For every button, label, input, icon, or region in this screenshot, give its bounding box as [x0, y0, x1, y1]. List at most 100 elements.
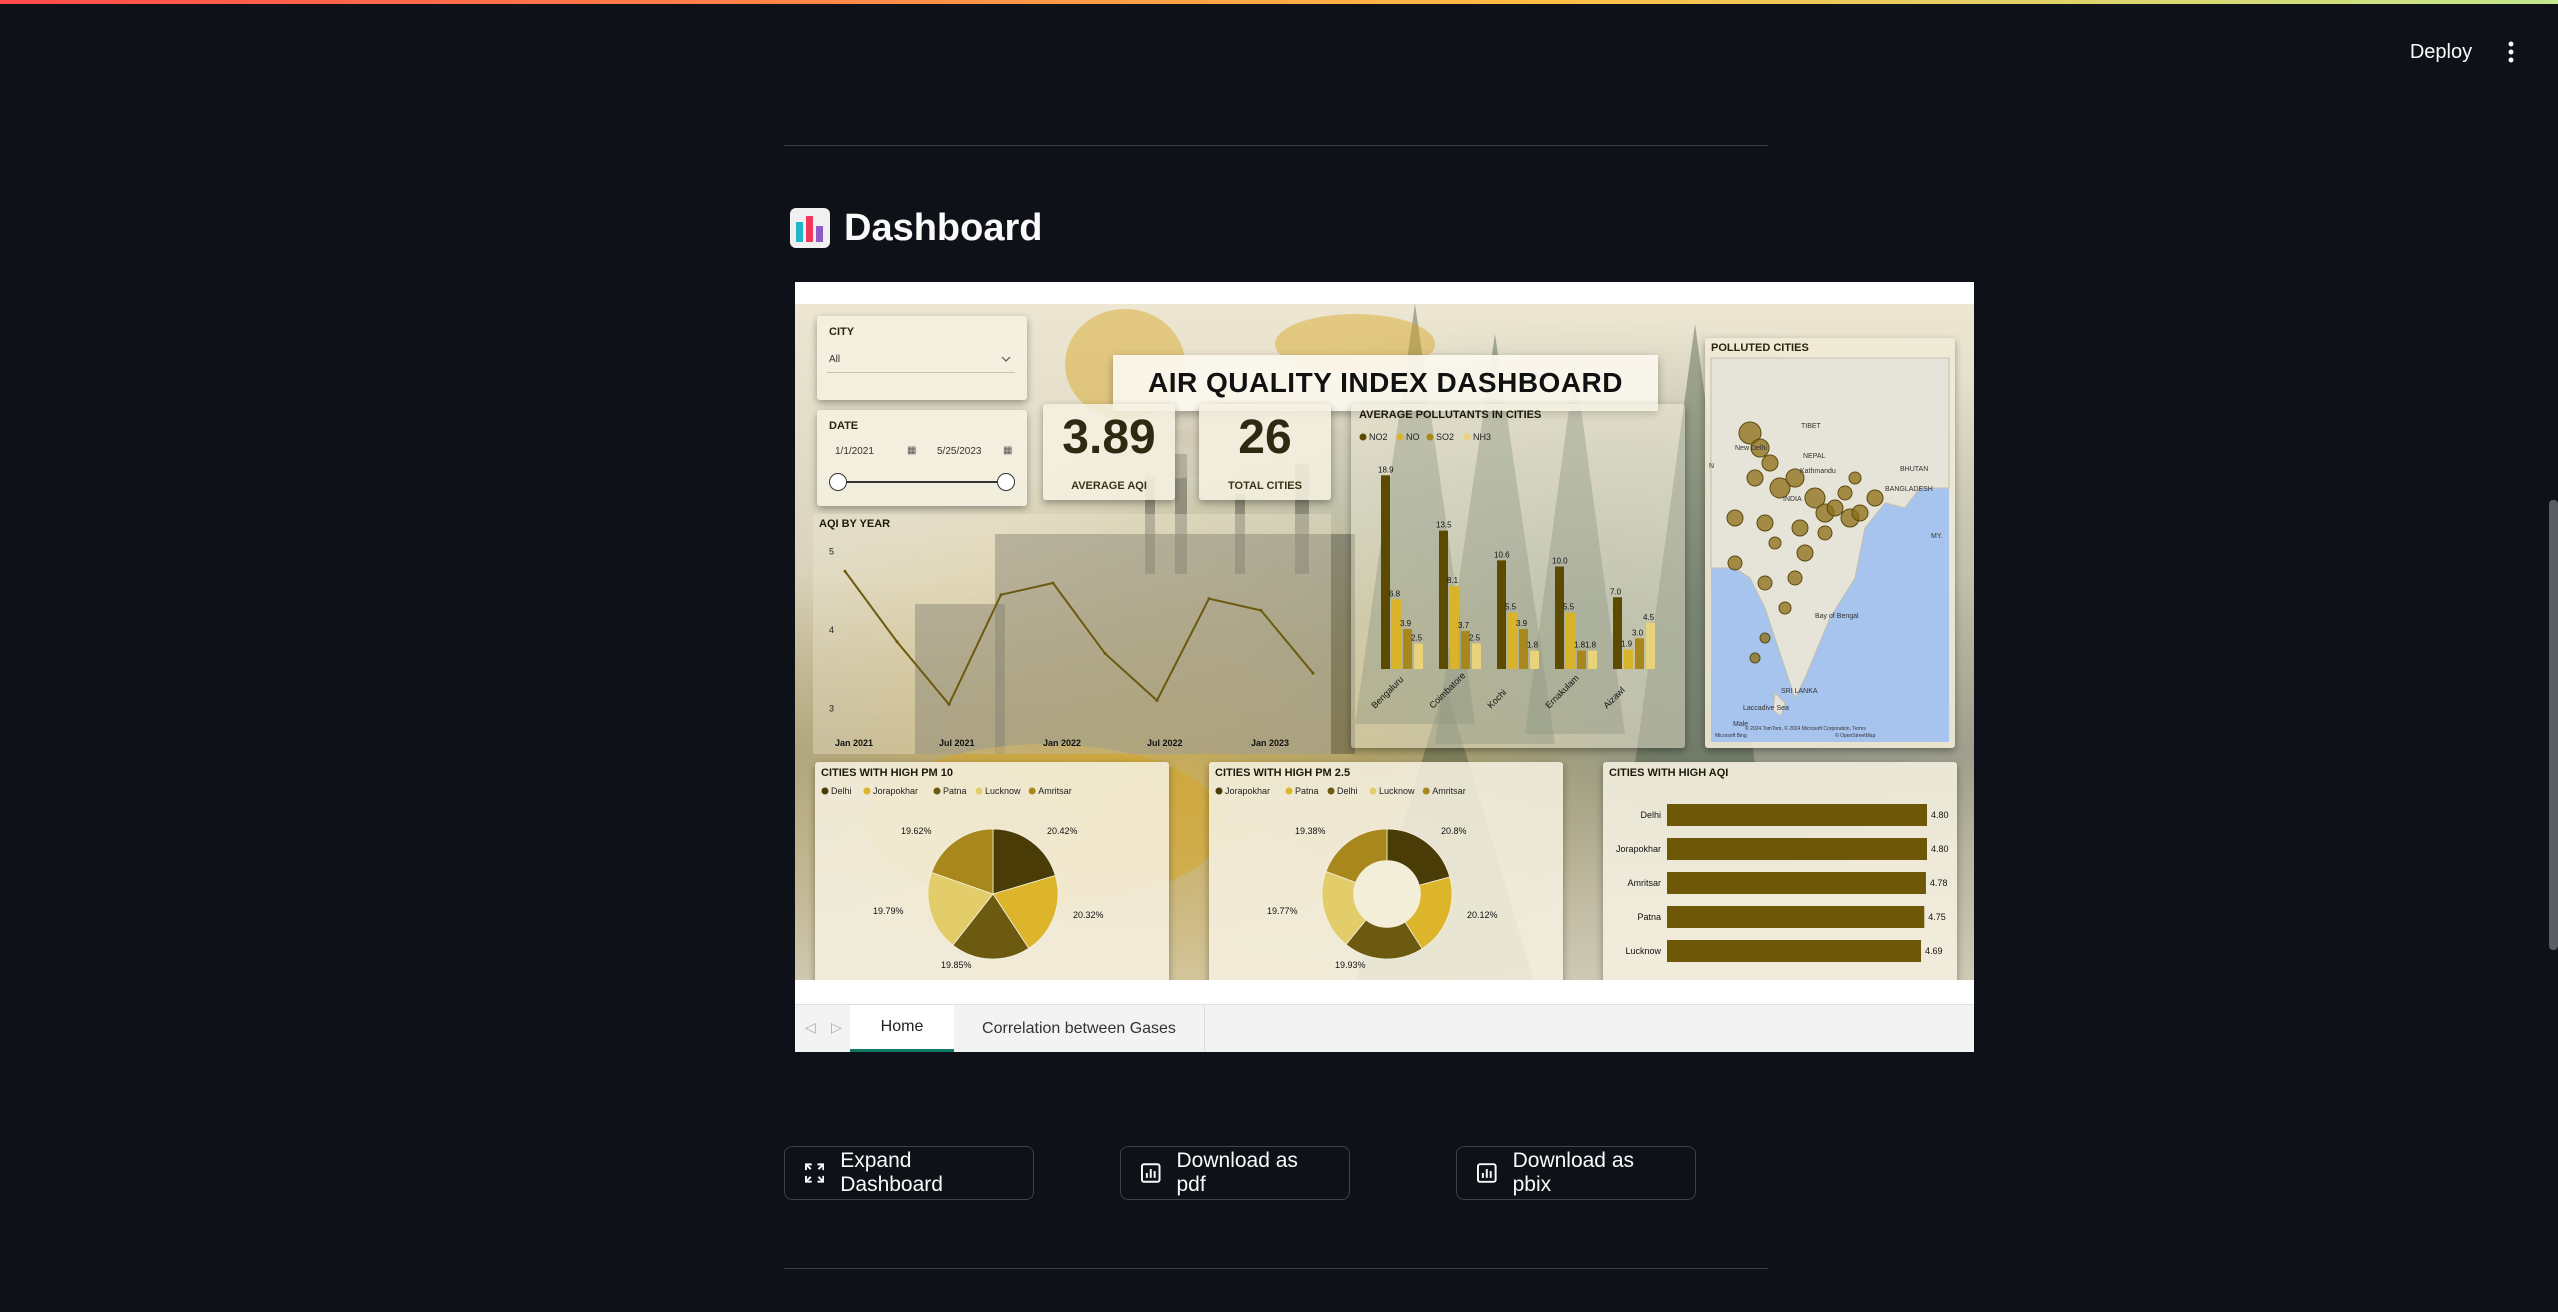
bar: [1381, 475, 1390, 669]
kpi-total-cities: 26 TOTAL CITIES: [1199, 404, 1331, 500]
bar: [1667, 872, 1926, 894]
bar: [1624, 649, 1633, 669]
map-attribution: © OpenStreetMap: [1835, 732, 1876, 739]
data-label: 19.79%: [873, 906, 904, 916]
download-pdf-button[interactable]: Download as pdf: [1120, 1146, 1350, 1200]
polluted-cities-map[interactable]: POLLUTED CITIES New Delhi NEPAL Kathmandu T…: [1705, 338, 1955, 748]
map-place-label: NEPAL: [1803, 453, 1826, 460]
legend-label: SO2: [1436, 432, 1454, 442]
legend-marker: [1426, 433, 1434, 441]
map-place-label: MY.: [1931, 533, 1943, 540]
aqi-by-year-chart: AQI BY YEAR 3 4 5 Jan 2021 Jul 2021 Jan 2022 J…: [813, 514, 1331, 754]
chart-title: CITIES WITH HIGH PM 2.5: [1215, 767, 1350, 779]
data-label: 5.5: [1563, 603, 1575, 612]
chevron-down-icon[interactable]: [1001, 355, 1011, 363]
calendar-icon[interactable]: ▦: [907, 445, 916, 456]
legend-marker: [1463, 433, 1471, 441]
kpi-label: TOTAL CITIES: [1228, 480, 1302, 492]
bar-chart-icon: [1477, 1163, 1497, 1183]
city-slicer[interactable]: CITY All: [817, 316, 1027, 400]
city-bubble: [1761, 454, 1779, 472]
legend-label: Delhi: [831, 786, 852, 796]
date-slicer[interactable]: DATE 1/1/2021 ▦ 5/25/2023 ▦: [817, 410, 1027, 506]
map-place-label: SRI LANKA: [1781, 688, 1818, 695]
city-bubble: [1726, 509, 1744, 527]
data-label: 19.93%: [1335, 960, 1366, 970]
y-tick-label: Delhi: [1640, 810, 1661, 820]
data-point: [1155, 699, 1159, 702]
x-tick-label: Aizawl: [1601, 685, 1626, 710]
top-divider: [784, 145, 1768, 146]
bottom-divider: [784, 1268, 1768, 1269]
x-tick-label: Bengaluru: [1369, 674, 1405, 710]
map-attribution: © 2024 TomTom, © 2024 Microsoft Corporat…: [1745, 725, 1866, 732]
date-end-field[interactable]: 5/25/2023: [937, 446, 982, 457]
city-bubble: [1826, 499, 1844, 517]
city-bubble: [1778, 601, 1792, 615]
main-menu-button[interactable]: [2496, 30, 2526, 74]
date-range-start-handle[interactable]: [829, 473, 847, 491]
pollutants-bar-svg: AVERAGE POLLUTANTS IN CITIES NO2 NO SO2 NH3…: [1359, 409, 1655, 710]
y-tick-label: Amritsar: [1628, 878, 1662, 888]
city-slicer-value[interactable]: All: [829, 354, 840, 365]
tab-next-icon[interactable]: ▷: [831, 1019, 842, 1036]
tab-correlation-between-gases[interactable]: Correlation between Gases: [954, 1005, 1205, 1052]
date-start-field[interactable]: 1/1/2021: [835, 446, 874, 457]
data-point: [999, 593, 1003, 597]
donut-hole: [1353, 860, 1421, 928]
bar-chart-emoji-icon: [790, 208, 830, 248]
legend-label: Delhi: [1337, 786, 1358, 796]
data-label: 13.5: [1436, 521, 1452, 530]
report-title: AIR QUALITY INDEX DASHBOARD: [1113, 355, 1658, 411]
map-svg[interactable]: New Delhi NEPAL Kathmandu TIBET BHUTAN BANGLA…: [1705, 338, 1955, 748]
deploy-button[interactable]: Deploy: [2396, 30, 2486, 74]
kpi-label: AVERAGE AQI: [1071, 480, 1147, 492]
data-point: [895, 640, 899, 644]
tab-prev-icon[interactable]: ◁: [805, 1019, 816, 1036]
data-label: 8.1: [1447, 576, 1459, 585]
data-label: 10.0: [1552, 557, 1568, 566]
kpi-value: 26: [1238, 411, 1292, 464]
dashboard-embed[interactable]: AIR QUALITY INDEX DASHBOARD CITY All DAT…: [795, 282, 1974, 1052]
bing-logo: Microsoft Bing: [1715, 733, 1747, 739]
y-tick-label: Patna: [1637, 912, 1661, 922]
bar: [1667, 906, 1925, 928]
avg-pollutants-chart: AVERAGE POLLUTANTS IN CITIES NO2 NO SO2 NH3…: [1351, 404, 1685, 748]
calendar-icon[interactable]: ▦: [1003, 445, 1012, 456]
slicer-underline: [827, 372, 1015, 373]
city-slicer-label: CITY: [829, 326, 855, 338]
city-bubble: [1759, 632, 1771, 644]
bar: [1555, 566, 1564, 669]
bar: [1497, 560, 1506, 669]
page-scrollbar[interactable]: [2549, 500, 2558, 950]
data-label: 1.9: [1621, 640, 1633, 649]
legend-marker: [821, 787, 829, 795]
date-range-end-handle[interactable]: [997, 473, 1015, 491]
legend-marker: [1369, 787, 1377, 795]
map-place-label: INDIA: [1783, 496, 1802, 503]
x-tick-label: Jul 2022: [1147, 738, 1183, 748]
button-label: Expand Dashboard: [840, 1149, 943, 1196]
legend-marker: [1359, 433, 1367, 441]
city-bubble: [1757, 575, 1773, 591]
data-label: 6.8: [1389, 589, 1401, 598]
data-label: 5.5: [1505, 603, 1517, 612]
map-place-label: Kathmandu: [1800, 468, 1836, 475]
data-label: 19.85%: [941, 960, 972, 970]
expand-dashboard-button[interactable]: Expand Dashboard: [784, 1146, 1034, 1200]
download-pbix-button[interactable]: Download as pbix: [1456, 1146, 1696, 1200]
data-point: [843, 569, 847, 573]
data-label: 7.0: [1610, 587, 1622, 596]
data-label: 19.38%: [1295, 826, 1326, 836]
city-bubble: [1866, 489, 1884, 507]
legend-label: Patna: [1295, 786, 1319, 796]
data-label: 19.77%: [1267, 906, 1298, 916]
date-slicer-label: DATE: [829, 420, 859, 432]
chart-title: AQI BY YEAR: [819, 518, 890, 530]
data-label: 18.9: [1378, 465, 1394, 474]
tab-home[interactable]: Home: [850, 1005, 954, 1052]
city-bubble: [1848, 471, 1862, 485]
legend-marker: [1327, 787, 1335, 795]
legend-label: Jorapokhar: [873, 786, 918, 796]
bar: [1414, 643, 1423, 669]
